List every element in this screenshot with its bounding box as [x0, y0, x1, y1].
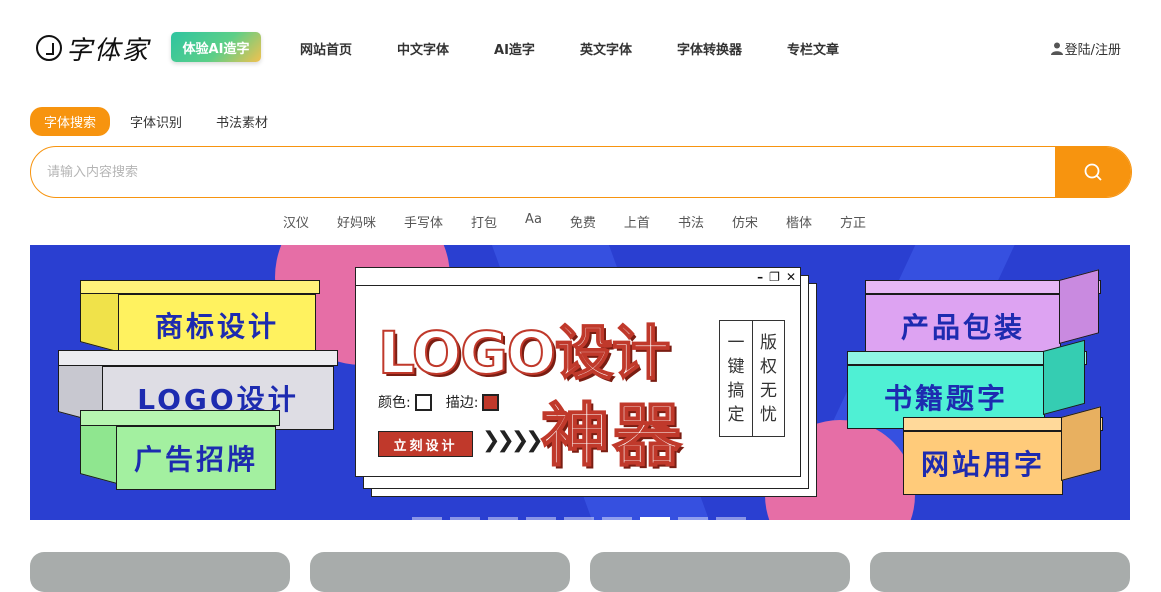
carousel-dot[interactable]	[412, 517, 442, 520]
hot-keyword[interactable]: Aa	[525, 212, 542, 231]
tab-font-search[interactable]: 字体搜索	[30, 107, 111, 136]
carousel-dot[interactable]	[602, 517, 632, 520]
hot-keyword[interactable]: 打包	[471, 212, 497, 231]
color-label: 颜色:	[378, 395, 411, 411]
hot-keyword[interactable]: 楷体	[786, 212, 812, 231]
vertical-slogan: 一键搞定 版权无忧	[719, 320, 785, 437]
banner-headline: LOGO设计	[377, 318, 671, 388]
minimize-icon: –	[757, 270, 764, 284]
nav-home[interactable]: 网站首页	[300, 39, 352, 58]
search-input[interactable]	[31, 147, 1055, 197]
close-icon: ✕	[785, 270, 796, 284]
search-tabs: 字体搜索 字体识别 书法素材	[30, 107, 288, 136]
carousel-dot-active[interactable]	[640, 517, 670, 520]
login-link[interactable]: 登陆/注册	[1050, 39, 1121, 58]
login-label: 登陆/注册	[1064, 43, 1121, 58]
hot-keyword[interactable]: 手写体	[404, 212, 443, 231]
hot-keyword[interactable]: 上首	[624, 212, 650, 231]
stroke-swatch	[482, 393, 500, 411]
search-button[interactable]	[1055, 147, 1131, 197]
hot-keyword[interactable]: 仿宋	[732, 212, 758, 231]
site-header: 字体家 体验AI造字 网站首页 中文字体 AI造字 英文字体 字体转换器 专栏文…	[0, 0, 1161, 96]
site-logo[interactable]: 字体家	[36, 28, 150, 68]
box-trademark: 商标设计	[80, 280, 320, 358]
hot-keyword[interactable]: 好妈咪	[337, 212, 376, 231]
box-signage: 广告招牌	[80, 410, 280, 492]
nav-chinese-fonts[interactable]: 中文字体	[397, 39, 449, 58]
carousel-dot[interactable]	[488, 517, 518, 520]
hot-keyword[interactable]: 免费	[570, 212, 596, 231]
arrows-icon: ❯❯❯❯	[482, 428, 544, 453]
carousel-dot[interactable]	[564, 517, 594, 520]
font-card[interactable]	[870, 552, 1130, 592]
nav-font-converter[interactable]: 字体转换器	[677, 39, 742, 58]
font-cards	[30, 552, 1130, 592]
ai-font-badge[interactable]: 体验AI造字	[171, 32, 261, 62]
hot-keyword[interactable]: 汉仪	[283, 212, 309, 231]
box-web-font: 网站用字	[903, 406, 1103, 497]
nav-english-fonts[interactable]: 英文字体	[580, 39, 632, 58]
carousel-dot[interactable]	[450, 517, 480, 520]
logo-mark-icon	[36, 35, 62, 61]
carousel-dot[interactable]	[526, 517, 556, 520]
hot-keyword[interactable]: 书法	[678, 212, 704, 231]
search-icon	[1084, 163, 1102, 181]
design-now-button[interactable]: 立刻设计	[378, 431, 473, 457]
slogan-left: 一键搞定	[727, 332, 745, 425]
nav-ai-create[interactable]: AI造字	[494, 39, 535, 58]
font-card[interactable]	[310, 552, 570, 592]
hot-keywords: 汉仪 好妈咪 手写体 打包 Aa 免费 上首 书法 仿宋 楷体 方正	[0, 212, 1161, 231]
user-icon	[1050, 42, 1063, 55]
logo-text: 字体家	[66, 35, 151, 66]
promo-banner[interactable]: 商标设计 LOGO设计 广告招牌 – ❐ ✕ LOGO设计 颜色: 描边: 立刻…	[30, 245, 1130, 520]
stroke-label: 描边:	[445, 395, 479, 411]
search-bar	[30, 146, 1132, 198]
carousel-dot[interactable]	[678, 517, 708, 520]
carousel-dots	[412, 517, 746, 520]
logo-design-window: – ❐ ✕ LOGO设计 颜色: 描边: 立刻设计 ❯❯❯❯ 神器 一键搞定 版…	[355, 267, 801, 477]
tab-calligraphy[interactable]: 书法素材	[202, 107, 282, 136]
slogan-right: 版权无忧	[751, 321, 784, 436]
restore-icon: ❐	[769, 270, 780, 284]
main-nav: 网站首页 中文字体 AI造字 英文字体 字体转换器 专栏文章	[300, 39, 884, 58]
carousel-dot[interactable]	[716, 517, 746, 520]
window-titlebar: – ❐ ✕	[356, 268, 800, 286]
font-card[interactable]	[590, 552, 850, 592]
banner-subhead: 神器	[540, 396, 686, 477]
nav-articles[interactable]: 专栏文章	[787, 39, 839, 58]
color-swatch	[414, 393, 432, 411]
color-options: 颜色: 描边:	[378, 392, 513, 412]
font-card[interactable]	[30, 552, 290, 592]
hot-keyword[interactable]: 方正	[840, 212, 866, 231]
tab-font-recognize[interactable]: 字体识别	[116, 107, 196, 136]
